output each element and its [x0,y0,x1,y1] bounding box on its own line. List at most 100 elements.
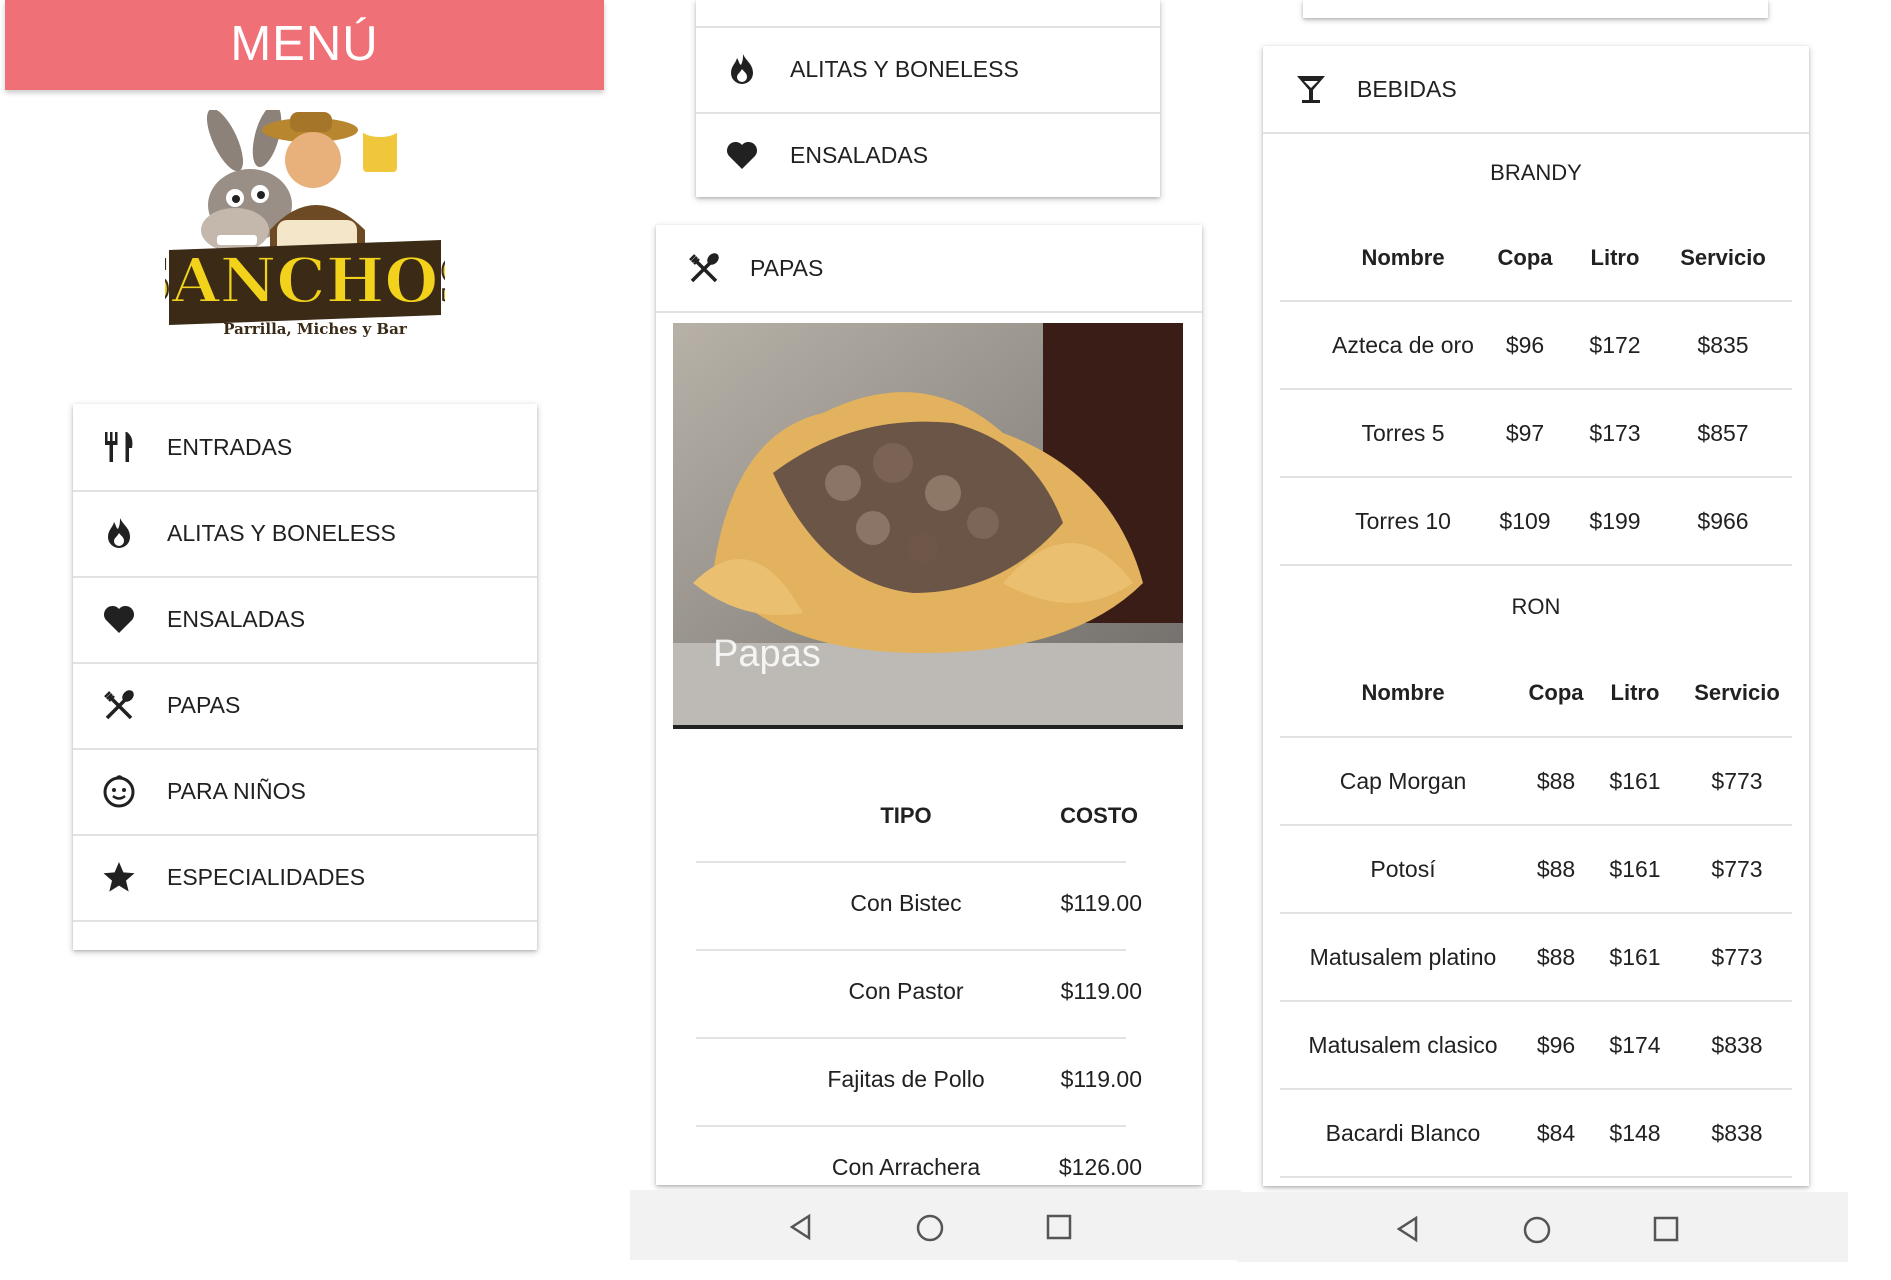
table-cell-servicio: $857 [1697,420,1749,446]
category-item-entradas[interactable]: ENTRADAS [73,404,537,492]
table-header-nombre: Nombre [1361,245,1445,270]
table-cell-servicio: $838 [1711,1032,1763,1058]
category-item-especialidades[interactable]: ESPECIALIDADES [73,834,537,922]
table-divider [1280,1000,1792,1002]
fork-spoon-cross-icon [689,253,719,283]
category-item-alitas[interactable]: ALITAS Y BONELESS [73,490,537,578]
table-header-litro: Litro [1610,680,1660,705]
table-cell-copa: $96 [1505,332,1545,358]
table-header-tipo: TIPO [880,803,932,828]
table-header-costo: COSTO [1060,803,1138,828]
table-cell-servicio: $966 [1697,508,1749,534]
bebidas-section-title: BEBIDAS [1357,76,1457,102]
logo-tagline-text: Parrilla, Miches y Bar [223,320,408,338]
home-circle-icon[interactable] [1522,1215,1552,1245]
table-cell-copa: $88 [1536,768,1576,794]
category-label: PAPAS [167,692,241,718]
table-cell-litro: $172 [1589,332,1641,358]
menu-title: MENÚ [230,17,379,71]
table-divider [696,949,1126,951]
table-divider [1280,564,1792,566]
table-cell-tipo: Con Bistec [850,890,962,916]
table-cell-litro: $161 [1609,856,1661,882]
child-face-icon [103,775,135,808]
category-item-para-ninos[interactable]: PARA NIÑOS [73,748,537,836]
papas-section-title: PAPAS [750,255,824,281]
drink-group-title: RON [1511,594,1561,619]
table-cell-costo: $119.00 [1060,1066,1142,1092]
heart-icon [726,141,758,169]
back-triangle-icon[interactable] [1394,1215,1422,1243]
table-header-copa: Copa [1528,680,1584,705]
table-divider [1280,1176,1792,1178]
table-cell-nombre: Matusalem platino [1309,944,1497,970]
back-triangle-icon[interactable] [787,1213,815,1241]
table-cell-litro: $161 [1609,944,1661,970]
sanchos-logo-image: SANCHOS Parrilla, Miches y Bar [126,104,484,338]
category-label: ENSALADAS [790,142,929,168]
papas-photo: Papas [673,323,1183,729]
category-label: ALITAS Y BONELESS [790,56,1019,82]
table-cell-copa: $88 [1536,944,1576,970]
table-cell-copa: $84 [1536,1120,1576,1146]
category-label: ESPECIALIDADES [167,864,366,890]
bebidas-section-header[interactable]: BEBIDAS [1263,46,1809,134]
table-divider [1280,1088,1792,1090]
table-cell-copa: $97 [1505,420,1545,446]
home-circle-icon[interactable] [915,1213,945,1243]
table-cell-servicio: $773 [1711,856,1763,882]
table-divider [1280,300,1792,302]
papas-section-header[interactable]: PAPAS [656,225,1202,313]
table-cell-tipo: Con Pastor [848,978,964,1004]
table-divider [696,1125,1126,1127]
category-item-alitas[interactable]: ALITAS Y BONELESS [696,26,1160,114]
table-divider [1280,476,1792,478]
category-list: ENTRADAS ALITAS Y BONELESS ENSALADAS PAP… [73,404,537,950]
category-item-papas[interactable]: PAPAS [73,662,537,750]
table-cell-litro: $148 [1609,1120,1661,1146]
table-divider [696,861,1126,863]
table-cell-tipo: Con Arrachera [831,1154,981,1180]
table-divider [1280,388,1792,390]
sanchos-logo: SANCHOS Parrilla, Miches y Bar [126,104,484,345]
android-nav-bar [1237,1192,1848,1262]
papas-photo-caption: Papas [713,633,821,675]
category-item-ensaladas[interactable]: ENSALADAS [696,112,1160,197]
table-cell-servicio: $835 [1697,332,1749,358]
table-divider [1280,912,1792,914]
category-list-scrolled: ALITAS Y BONELESS ENSALADAS [696,0,1160,197]
drink-group-title: BRANDY [1490,160,1582,185]
recents-square-icon[interactable] [1045,1213,1073,1241]
recents-square-icon[interactable] [1652,1215,1680,1243]
utensils-icon [105,432,133,462]
table-cell-copa: $109 [1499,508,1551,534]
heart-icon [103,605,135,633]
category-item-partial[interactable] [73,920,537,950]
table-cell-nombre: Matusalem clasico [1308,1032,1498,1058]
papas-section-card: PAPAS Papas TIPO COSTO Con Bistec $119.0 [656,225,1202,1185]
table-cell-nombre: Bacardi Blanco [1325,1120,1481,1146]
table-cell-copa: $88 [1536,856,1576,882]
category-label: ALITAS Y BONELESS [167,520,396,546]
logo-brand-text: SANCHOS [165,244,445,317]
previous-card-edge [1303,0,1768,18]
star-icon [103,862,135,892]
table-cell-nombre: Potosí [1370,856,1436,882]
table-header-copa: Copa [1497,245,1553,270]
table-header-servicio: Servicio [1694,680,1780,705]
android-nav-bar [630,1190,1241,1260]
category-item-partial[interactable] [696,0,1160,28]
menu-header-bar: MENÚ [5,0,604,90]
table-cell-costo: $126.00 [1058,1154,1142,1180]
table-cell-costo: $119.00 [1060,890,1142,916]
category-label: PARA NIÑOS [167,778,306,804]
table-header-servicio: Servicio [1680,245,1766,270]
table-header-nombre: Nombre [1361,680,1445,705]
table-cell-servicio: $773 [1711,944,1763,970]
table-cell-tipo: Fajitas de Pollo [827,1066,985,1092]
category-label: ENSALADAS [167,606,306,632]
table-cell-servicio: $773 [1711,768,1763,794]
category-item-ensaladas[interactable]: ENSALADAS [73,576,537,664]
bebidas-section-card: BEBIDAS BRANDY Nombre Copa Litro Servici… [1263,46,1809,1186]
cocktail-glass-icon [1297,76,1325,103]
